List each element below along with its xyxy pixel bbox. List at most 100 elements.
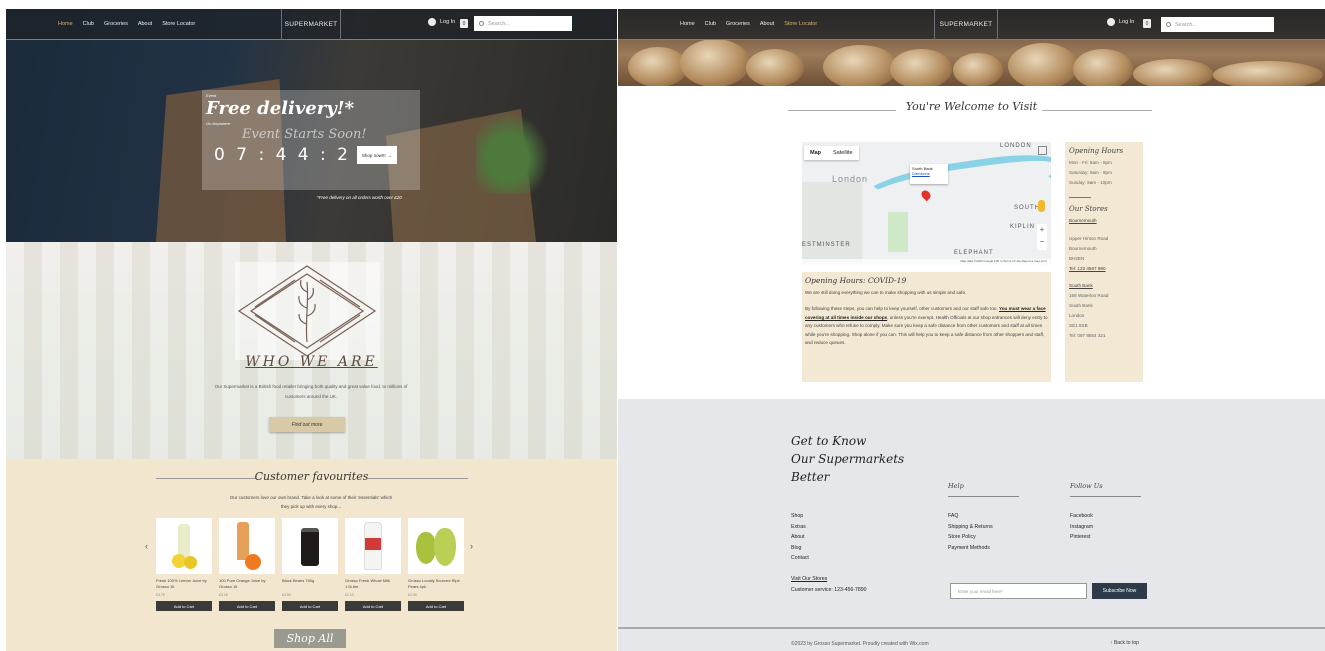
hero-section: Home Club Groceries About Store Locator … (6, 9, 617, 242)
add-to-cart-button[interactable]: Add to Cart (408, 601, 464, 611)
directions-link[interactable]: Directions (912, 171, 946, 176)
store-address: 158 Waterloo Road (1069, 293, 1109, 298)
search-placeholder: Search... (488, 20, 511, 27)
search-input[interactable]: Search... (1161, 17, 1274, 32)
map-label: SOUTH (1014, 205, 1040, 211)
footer-link[interactable]: Contact (791, 553, 809, 564)
map-label: ESTMINSTER (802, 242, 851, 248)
footer-link[interactable]: Instagram (1070, 522, 1093, 533)
covid-paragraph: We are still doing everything we can to … (805, 289, 967, 295)
subscribe-button[interactable]: Subscribe Now (1092, 583, 1147, 599)
fullscreen-icon[interactable] (1038, 146, 1047, 155)
shop-all-button[interactable]: Shop All (274, 629, 346, 648)
store-phone[interactable]: Tel: 097 8654 321 (1069, 331, 1139, 341)
nav-groceries[interactable]: Groceries (726, 21, 750, 27)
satellite-tab[interactable]: Satellite (827, 146, 859, 160)
nav-store-locator[interactable]: Store Locator (784, 21, 817, 27)
map-label: LONDON (1000, 143, 1032, 149)
map-type-toggle: Map Satellite (804, 146, 859, 160)
footer-link[interactable]: Pinterest (1070, 532, 1093, 543)
footer-store-info: Visit Our Stores Customer service: 123-4… (791, 574, 867, 595)
brand-logo[interactable]: SUPERMARKET (281, 9, 341, 40)
store-name[interactable]: South Bank (1069, 281, 1139, 291)
search-placeholder: Search... (1175, 21, 1198, 28)
leaf-diamond-logo (235, 262, 380, 360)
product-name: Grosso Locally Sourced Ripe Pears 4pk (408, 578, 460, 589)
footer-link[interactable]: About (791, 532, 809, 543)
nav-store-locator[interactable]: Store Locator (162, 21, 195, 27)
nav-about[interactable]: About (760, 21, 774, 27)
visit-stores-link[interactable]: Visit Our Stores (791, 574, 867, 585)
add-to-cart-button[interactable]: Add to Cart (345, 601, 401, 611)
product-card[interactable]: Black Beans 750g £4.50 Add to Cart (282, 518, 338, 611)
chevron-left-icon[interactable]: ‹ (145, 541, 148, 551)
back-to-top-link[interactable]: ↑ Back to top (1110, 640, 1139, 646)
email-input[interactable]: Enter your email here* (950, 583, 1087, 599)
footer-link[interactable]: Payment Methods (948, 543, 993, 554)
nav-about[interactable]: About (138, 21, 152, 27)
footer-link[interactable]: Shop (791, 511, 809, 522)
nav-groceries[interactable]: Groceries (104, 21, 128, 27)
hours-line: Sunday: 9am - 10pm (1069, 180, 1112, 185)
add-to-cart-button[interactable]: Add to Cart (156, 601, 212, 611)
footer-tagline: Get to Know Our Supermarkets Better (791, 434, 905, 484)
nav-home[interactable]: Home (680, 21, 695, 27)
search-input[interactable]: Search... (474, 16, 572, 31)
cart-icon[interactable]: 0 (460, 19, 468, 28)
login-link[interactable]: Log In (428, 18, 455, 26)
arrow-right-icon: → (387, 152, 393, 158)
promo-subtext: On Anywhere (206, 121, 231, 126)
product-price: £3.75 (156, 593, 165, 597)
map-tab[interactable]: Map (804, 146, 827, 160)
footer-link[interactable]: Facebook (1070, 511, 1093, 522)
product-card[interactable]: 100 Pure Orange Juice by Grosso 1lt £3.1… (219, 518, 275, 611)
stores-heading: Our Stores (1069, 205, 1108, 213)
add-to-cart-button[interactable]: Add to Cart (282, 601, 338, 611)
delivery-note: *Free delivery on all orders worth over … (317, 195, 402, 200)
product-price: £3.15 (219, 593, 228, 597)
footer-link[interactable]: Shipping & Returns (948, 522, 993, 533)
store-map[interactable]: Map Satellite London LONDON ESTMINSTER K… (802, 142, 1051, 265)
map-label: London (832, 174, 869, 184)
customer-favourites-section: Customer favourites Our customers love o… (6, 459, 617, 651)
product-card[interactable]: Grosso Locally Sourced Ripe Pears 4pk £2… (408, 518, 464, 611)
zoom-controls[interactable]: + − (1037, 224, 1047, 250)
nav-home[interactable]: Home (58, 21, 73, 27)
product-card[interactable]: Grosso Fresh Whole Milk 1.5Litre £1.10 A… (345, 518, 401, 611)
nav-links: Home Club Groceries About Store Locator (58, 21, 195, 27)
store-phone[interactable]: Tel: 123 4567 890 (1069, 264, 1139, 274)
product-card[interactable]: Fresh 100% Lemon Juice by Grosso 1lt £3.… (156, 518, 212, 611)
visit-title: You're Welcome to Visit (905, 100, 1038, 113)
footer-link[interactable]: Extras (791, 522, 809, 533)
nav-club[interactable]: Club (83, 21, 94, 27)
pears-image (408, 518, 464, 574)
store-address: London (1069, 313, 1085, 318)
pegman-icon[interactable] (1038, 200, 1045, 212)
product-name: Grosso Fresh Whole Milk 1.5Litre (345, 578, 390, 589)
chevron-right-icon[interactable]: › (470, 541, 473, 551)
add-to-cart-button[interactable]: Add to Cart (219, 601, 275, 611)
user-icon (1107, 18, 1115, 26)
product-price: £1.10 (345, 593, 354, 597)
product-name: 100 Pure Orange Juice by Grosso 1lt (219, 578, 266, 589)
copyright-text: ©2023 by Grosso Supermarket. Proudly cre… (791, 641, 929, 647)
nav-club[interactable]: Club (705, 21, 716, 27)
shop-now-button[interactable]: Shop now!!! → (357, 146, 397, 164)
find-out-more-button[interactable]: Find out more (269, 417, 345, 432)
store-name[interactable]: Bournemouth (1069, 216, 1139, 226)
hours-line: Mon - Fri: 8am - 8pm (1069, 160, 1112, 165)
footer-social-links: Facebook Instagram Pinterest (1070, 511, 1093, 543)
login-link[interactable]: Log In (1107, 18, 1134, 26)
cart-icon[interactable]: 0 (1143, 19, 1151, 28)
footer-link[interactable]: Store Policy (948, 532, 993, 543)
brand-logo[interactable]: SUPERMARKET (934, 9, 998, 40)
footer-link[interactable]: Blog (791, 543, 809, 554)
footer-link[interactable]: FAQ (948, 511, 993, 522)
countdown-timer: 0 7 : 4 4 : 2 4 (214, 145, 374, 165)
search-icon (1166, 22, 1171, 27)
top-nav: Home Club Groceries About Store Locator … (6, 9, 617, 40)
user-icon (428, 18, 436, 26)
store-address: SE1 8SB (1069, 323, 1088, 328)
opening-hours-card: Opening Hours Mon - Fri: 8am - 8pm Satur… (1065, 142, 1143, 382)
product-name: Fresh 100% Lemon Juice by Grosso 1lt (156, 578, 207, 589)
